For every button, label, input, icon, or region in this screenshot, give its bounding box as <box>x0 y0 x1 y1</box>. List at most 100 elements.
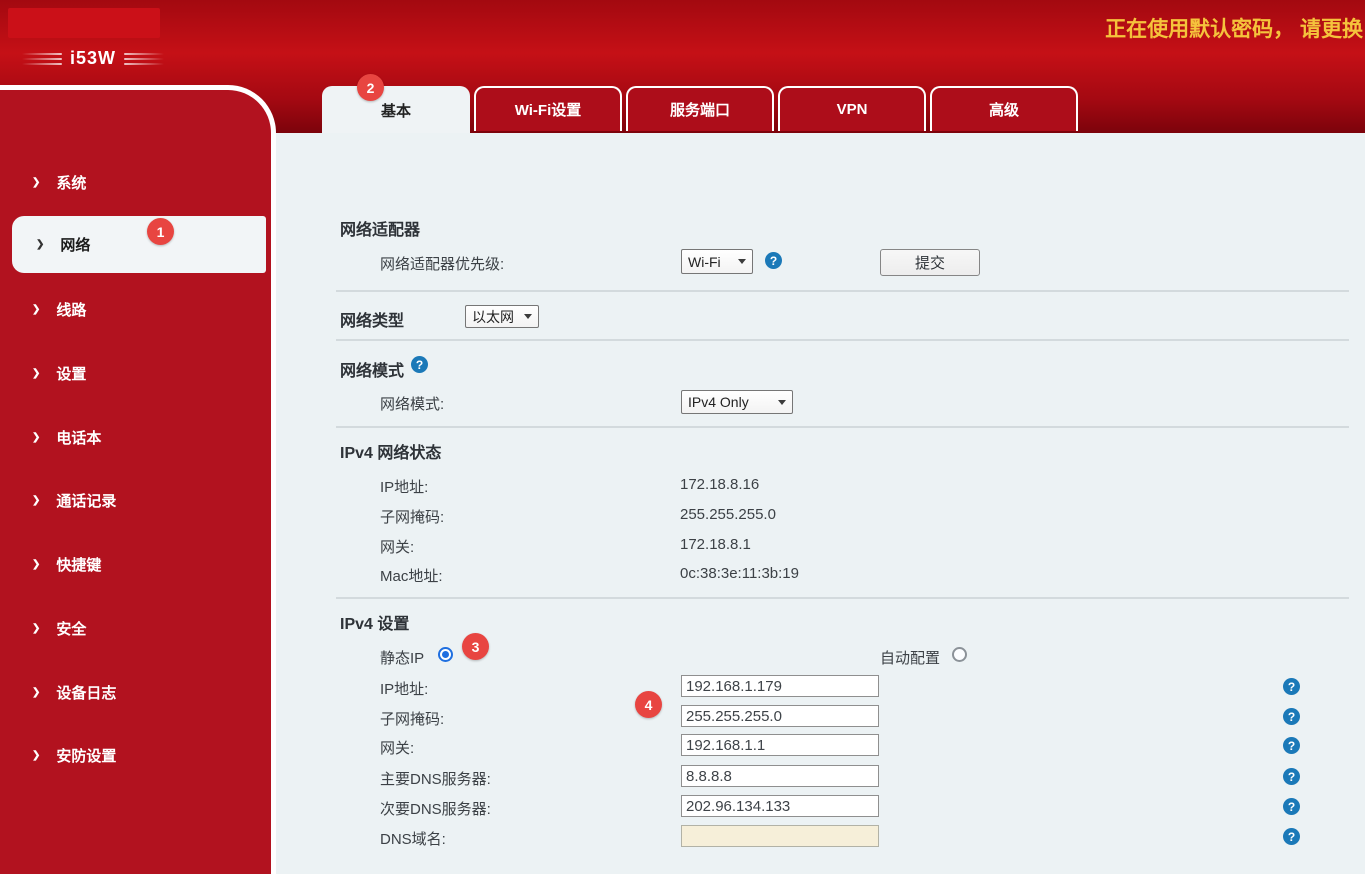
sidebar-item-label: 设置 <box>56 365 87 383</box>
chevron-down-icon <box>738 259 746 264</box>
annotation-badge-4: 4 <box>635 691 662 718</box>
tab-label: 高级 <box>988 102 1019 119</box>
adapter-priority-label: 网络适配器优先级: <box>380 256 505 273</box>
network-type-select[interactable]: 以太网 <box>465 305 539 328</box>
sidebar-item-security[interactable]: ❯ 安全 <box>0 614 271 642</box>
network-type-label: 网络类型 <box>340 313 405 330</box>
sidebar-item-label: 通话记录 <box>56 492 117 510</box>
sidebar-item-line[interactable]: ❯ 线路 <box>0 295 271 323</box>
chevron-right-icon: ❯ <box>32 622 41 634</box>
field-label: 主要DNS服务器: <box>380 771 491 788</box>
router-config-page: i53W 正在使用默认密码， 请更换 ❯ 系统 ❯ 网络 1 ❯ 线路 ❯ 设置… <box>0 0 1365 874</box>
logo-speed-lines-right <box>124 52 165 65</box>
field-label: DNS域名: <box>380 831 446 848</box>
field-label: 子网掩码: <box>380 711 445 728</box>
tab-vpn[interactable]: VPN <box>778 86 926 131</box>
status-row-value: 255.255.255.0 <box>680 506 776 523</box>
dns-domain-input[interactable] <box>681 825 879 847</box>
section-title-ipv4-settings: IPv4 设置 <box>340 616 410 633</box>
sidebar-item-label: 安全 <box>56 620 87 638</box>
section-divider <box>336 339 1349 341</box>
selected-value: IPv4 Only <box>688 394 749 410</box>
field-label: 网关: <box>380 740 415 757</box>
help-icon[interactable]: ? <box>1283 678 1300 695</box>
section-divider <box>336 597 1349 599</box>
submit-button[interactable]: 提交 <box>880 249 980 276</box>
help-icon[interactable]: ? <box>765 252 782 269</box>
sidebar-item-security-settings[interactable]: ❯ 安防设置 <box>0 741 271 769</box>
selected-value: 以太网 <box>472 308 514 325</box>
chevron-right-icon: ❯ <box>32 494 41 506</box>
sidebar-item-label: 设备日志 <box>56 684 117 702</box>
annotation-badge-1: 1 <box>147 218 174 245</box>
sidebar-item-phonebook[interactable]: ❯ 电话本 <box>0 423 271 451</box>
sidebar-item-label: 系统 <box>56 174 87 192</box>
chevron-down-icon <box>778 399 786 405</box>
tab-label: 基本 <box>380 103 411 120</box>
status-row-value: 172.18.8.16 <box>680 476 760 493</box>
main-content: 网络适配器 网络适配器优先级: Wi-Fi ? 提交 网络类型 以太网 网络模式… <box>276 133 1365 874</box>
ip-address-input[interactable] <box>681 675 879 697</box>
status-row-value: 172.18.8.1 <box>680 536 751 553</box>
auto-config-radio[interactable] <box>952 647 967 662</box>
status-row-value: 0c:38:3e:11:3b:19 <box>680 565 799 582</box>
chevron-right-icon: ❯ <box>32 686 41 698</box>
status-row-label: IP地址: <box>380 479 429 496</box>
chevron-right-icon: ❯ <box>32 176 41 188</box>
sidebar-item-label: 电话本 <box>56 429 102 447</box>
section-title-network-adapter: 网络适配器 <box>340 222 421 239</box>
chevron-down-icon <box>524 314 532 319</box>
sidebar-item-label: 线路 <box>56 301 87 319</box>
sidebar-item-settings[interactable]: ❯ 设置 <box>0 359 271 387</box>
chevron-right-icon: ❯ <box>32 367 41 379</box>
chevron-right-icon: ❯ <box>32 749 41 761</box>
sidebar-item-label: 安防设置 <box>56 747 117 765</box>
field-label: IP地址: <box>380 681 429 698</box>
chevron-right-icon: ❯ <box>36 239 45 250</box>
device-model-label: i53W <box>70 48 117 68</box>
sidebar-item-label: 网络 <box>60 237 91 254</box>
help-icon[interactable]: ? <box>1283 708 1300 725</box>
primary-dns-input[interactable] <box>681 765 879 787</box>
sidebar-item-function-key[interactable]: ❯ 快捷键 <box>0 550 271 578</box>
static-ip-label: 静态IP <box>380 650 425 667</box>
sidebar-nav: ❯ 系统 ❯ 网络 1 ❯ 线路 ❯ 设置 ❯ 电话本 ❯ 通话记录 ❯ 快捷键… <box>0 85 276 874</box>
tab-service-port[interactable]: 服务端口 <box>626 86 774 131</box>
sidebar-item-network[interactable]: ❯ 网络 <box>12 216 266 273</box>
section-divider <box>336 426 1349 428</box>
network-mode-label: 网络模式: <box>380 396 445 413</box>
sidebar-item-system[interactable]: ❯ 系统 <box>0 168 271 196</box>
gateway-input[interactable] <box>681 734 879 756</box>
radio-dot <box>442 651 449 658</box>
sidebar-item-call-logs[interactable]: ❯ 通话记录 <box>0 486 271 514</box>
subnet-mask-input[interactable] <box>681 705 879 727</box>
static-ip-radio[interactable] <box>438 647 453 662</box>
chevron-right-icon: ❯ <box>32 303 41 315</box>
sidebar-item-label: 快捷键 <box>56 556 102 574</box>
sidebar-item-device-log[interactable]: ❯ 设备日志 <box>0 678 271 706</box>
secondary-dns-input[interactable] <box>681 795 879 817</box>
help-icon[interactable]: ? <box>411 356 428 373</box>
status-row-label: 网关: <box>380 539 415 556</box>
chevron-right-icon: ❯ <box>32 558 41 570</box>
annotation-badge-3: 3 <box>462 633 489 660</box>
logo-speed-lines-left <box>22 52 62 65</box>
help-icon[interactable]: ? <box>1283 768 1300 785</box>
help-icon[interactable]: ? <box>1283 737 1300 754</box>
tab-label: VPN <box>836 101 868 118</box>
help-icon[interactable]: ? <box>1283 798 1300 815</box>
tab-advanced[interactable]: 高级 <box>930 86 1078 131</box>
help-icon[interactable]: ? <box>1283 828 1300 845</box>
tab-wifi-settings[interactable]: Wi-Fi设置 <box>474 86 622 131</box>
device-logo: i53W <box>22 48 165 69</box>
annotation-badge-2: 2 <box>357 74 384 101</box>
status-row-label: 子网掩码: <box>380 509 445 526</box>
adapter-priority-select[interactable]: Wi-Fi <box>681 249 753 274</box>
network-mode-select[interactable]: IPv4 Only <box>681 390 793 414</box>
chevron-right-icon: ❯ <box>32 431 41 443</box>
tab-basic[interactable]: 基本 2 <box>322 74 470 133</box>
section-title-network-mode: 网络模式 <box>340 363 405 380</box>
section-title-ipv4-status: IPv4 网络状态 <box>340 445 442 462</box>
tab-label: 服务端口 <box>669 102 730 119</box>
auto-config-label: 自动配置 <box>880 650 941 667</box>
